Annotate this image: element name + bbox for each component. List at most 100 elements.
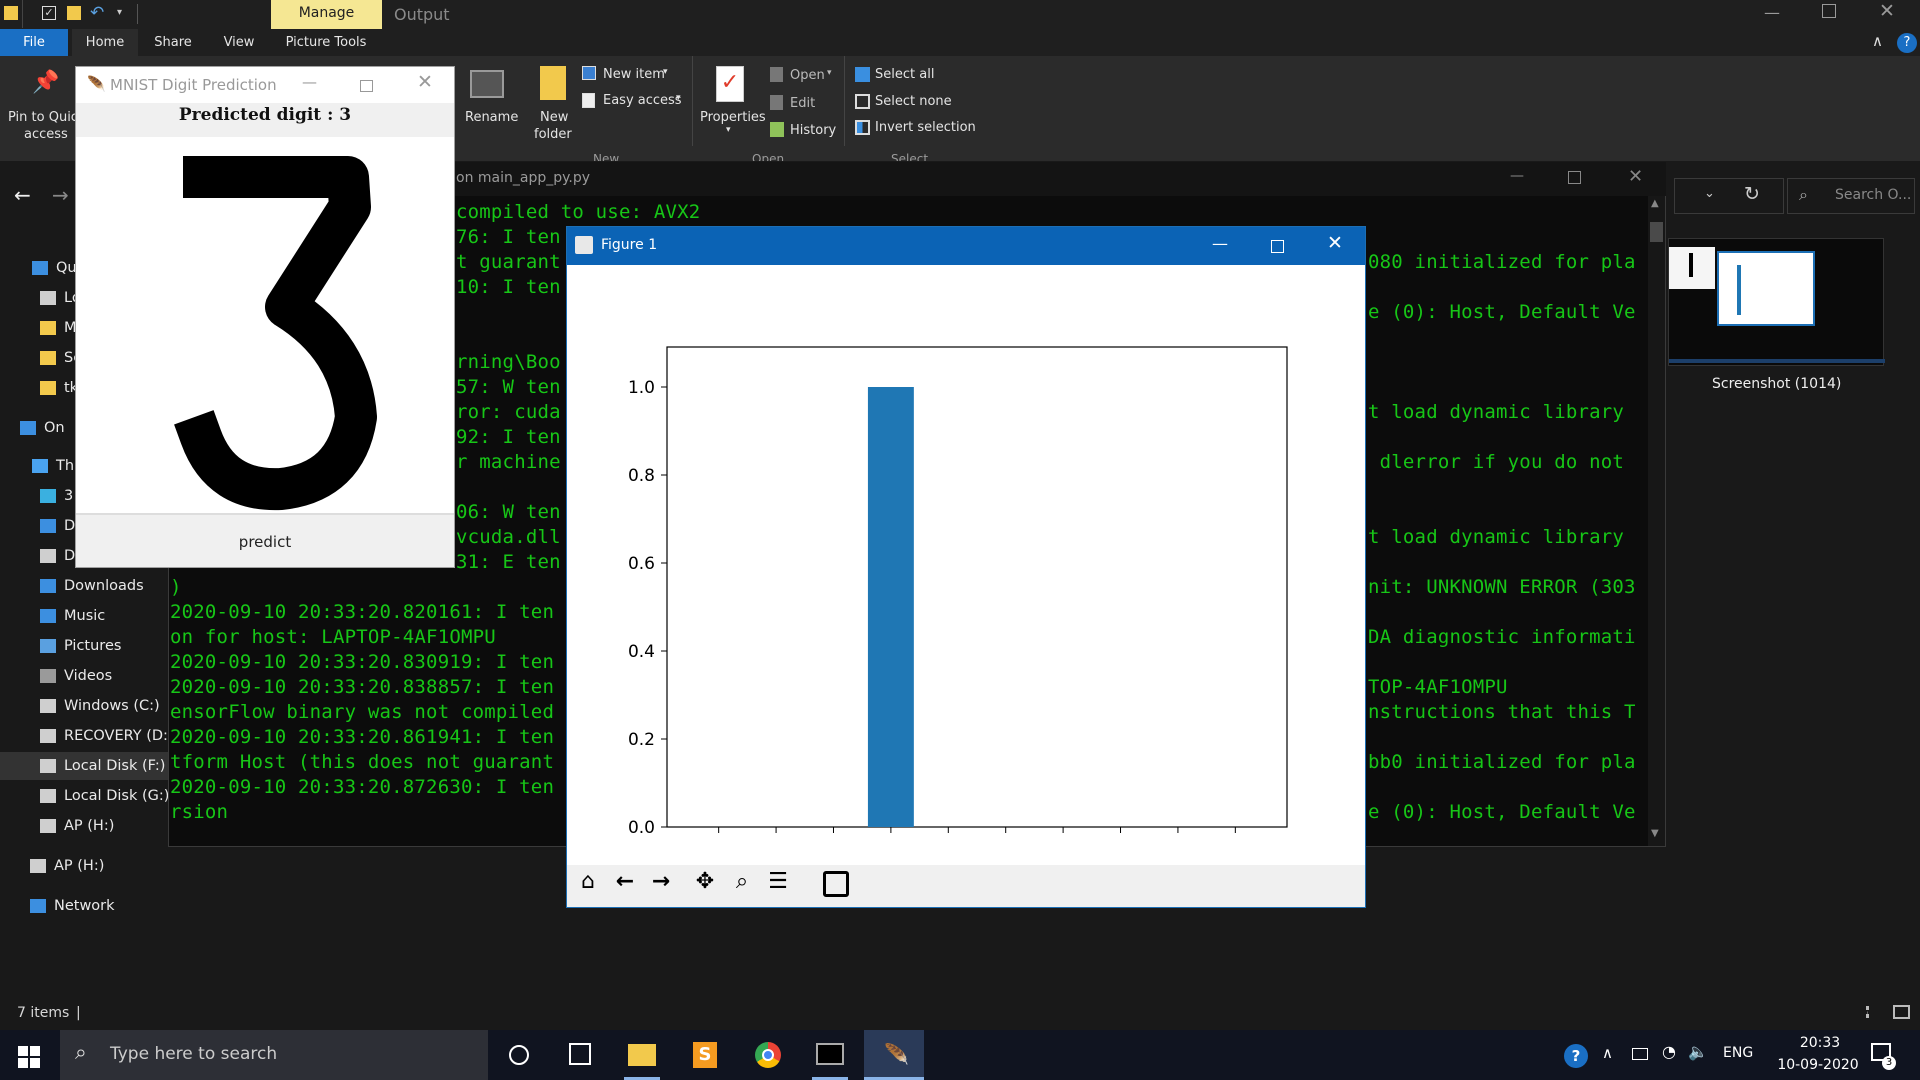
sidebar-item-20[interactable]: Network [0, 892, 252, 920]
tab-view[interactable]: View [206, 29, 272, 56]
invert-selection-button[interactable]: Invert selection [875, 120, 976, 135]
y-tick-label: 0.6 [628, 554, 655, 574]
mnist-window[interactable]: 🪶 MNIST Digit Prediction — ✕ Predicted d… [75, 66, 455, 568]
qat-dropdown-icon[interactable]: ▾ [117, 7, 122, 18]
console-maximize-icon[interactable] [1568, 171, 1581, 184]
figure-close-icon[interactable]: ✕ [1327, 232, 1343, 254]
language-indicator[interactable]: ENG [1723, 1045, 1753, 1061]
zoom-icon[interactable]: ⌕ [727, 869, 757, 901]
sidebar-item-19[interactable]: AP (H:) [0, 852, 252, 880]
properties-large-icon[interactable]: ✓ [716, 66, 744, 102]
rename-icon[interactable] [470, 70, 504, 98]
console-minimize-icon[interactable]: — [1510, 168, 1524, 184]
manage-tab[interactable]: Manage [271, 0, 382, 29]
new-folder-icon[interactable] [67, 6, 81, 20]
sublime-text-icon[interactable]: S [693, 1042, 717, 1068]
pan-icon[interactable]: ✥ [690, 869, 720, 901]
new-item-button[interactable]: New item [603, 67, 665, 82]
forward-icon[interactable]: → [52, 183, 69, 207]
rename-button[interactable]: Rename [465, 110, 518, 125]
home-icon[interactable]: ⌂ [573, 869, 603, 901]
help-tray-icon[interactable]: ? [1564, 1044, 1588, 1068]
mnist-close-icon[interactable]: ✕ [417, 71, 433, 93]
easy-access-dropdown-icon[interactable]: ▾ [676, 93, 681, 103]
forward-icon[interactable]: → [646, 869, 676, 901]
console-close-icon[interactable]: ✕ [1628, 166, 1643, 187]
sidebar-item-label: Pictures [64, 638, 122, 654]
select-all-button[interactable]: Select all [875, 67, 934, 82]
tab-file[interactable]: File [0, 29, 68, 56]
details-view-icon[interactable] [1866, 1006, 1882, 1018]
taskbar-search-box[interactable]: ⌕ Type here to search [60, 1030, 488, 1080]
predict-button[interactable]: predict [76, 517, 454, 567]
address-box[interactable] [1674, 178, 1784, 214]
history-button[interactable]: History [790, 123, 836, 138]
clock-date[interactable]: 10-09-2020 [1776, 1057, 1860, 1073]
battery-icon[interactable] [1632, 1048, 1648, 1060]
wifi-icon[interactable]: ◔ [1662, 1042, 1676, 1061]
sidebar-item-label: Network [54, 898, 115, 914]
cortana-icon[interactable] [509, 1045, 529, 1065]
tab-home[interactable]: Home [72, 29, 138, 56]
large-icons-view-icon[interactable] [1893, 1005, 1910, 1019]
taskbar-search-input[interactable]: Type here to search [110, 1044, 277, 1064]
console-scrollbar[interactable]: ▲ ▼ [1648, 196, 1665, 846]
screenshot-thumbnail[interactable] [1668, 238, 1885, 366]
chrome-icon[interactable] [755, 1042, 781, 1068]
bar-chart[interactable]: 01234567890.00.20.40.60.81.0 [567, 265, 1365, 837]
search-input[interactable]: Search O... [1835, 187, 1911, 203]
tab-picture-tools[interactable]: Picture Tools [275, 29, 377, 56]
new-folder-label-2[interactable]: folder [534, 127, 572, 142]
save-icon[interactable] [823, 871, 849, 897]
refresh-icon[interactable]: ↻ [1744, 183, 1760, 205]
undo-icon[interactable]: ↶ [90, 3, 104, 23]
python-tk-task[interactable]: 🪶 [864, 1030, 924, 1080]
new-item-dropdown-icon[interactable]: ▾ [663, 67, 668, 77]
windows-start-icon[interactable] [18, 1046, 40, 1068]
mnist-minimize-icon[interactable]: — [302, 73, 317, 91]
figure-window[interactable]: Figure 1 — ✕ 01234567890.00.20.40.60.81.… [566, 226, 1366, 908]
drawing-canvas[interactable] [76, 137, 454, 513]
command-prompt-icon[interactable] [816, 1043, 844, 1065]
figure-maximize-icon[interactable] [1271, 240, 1284, 253]
console-scroll-thumb[interactable] [1650, 222, 1663, 242]
pin-icon[interactable]: 📌 [32, 70, 59, 95]
console-line: 080 initialized for pla [1368, 251, 1636, 273]
pin-quick-access-label-2[interactable]: access [24, 127, 68, 142]
console-line: t guarant [456, 251, 561, 273]
properties-icon[interactable]: ✓ [42, 6, 56, 20]
volume-icon[interactable]: 🔈 [1688, 1042, 1708, 1061]
mnist-maximize-icon[interactable] [360, 80, 373, 92]
show-hidden-icons-icon[interactable]: ∧ [1602, 1044, 1613, 1062]
minimize-icon[interactable]: — [1764, 3, 1780, 22]
pin-quick-access-label[interactable]: Pin to Quick [8, 110, 85, 125]
new-folder-label[interactable]: New [540, 110, 568, 125]
properties-dropdown-icon[interactable]: ▾ [726, 125, 731, 135]
edit-button[interactable]: Edit [790, 96, 815, 111]
task-view-icon[interactable] [569, 1043, 591, 1065]
help-icon[interactable]: ? [1897, 33, 1917, 53]
file-explorer-icon[interactable] [628, 1044, 656, 1066]
scroll-down-icon[interactable]: ▼ [1651, 828, 1659, 839]
configure-icon[interactable]: ☰ [763, 869, 793, 901]
tab-share[interactable]: Share [140, 29, 206, 56]
clock-time[interactable]: 20:33 [1790, 1035, 1850, 1051]
figure-minimize-icon[interactable]: — [1212, 234, 1228, 253]
properties-button[interactable]: Properties [700, 110, 766, 125]
sidebar-item-label: Music [64, 608, 106, 624]
select-none-button[interactable]: Select none [875, 94, 952, 109]
open-button[interactable]: Open [790, 68, 825, 83]
back-icon[interactable]: ← [610, 869, 640, 901]
figure-toolbar: ⌂ ← → ✥ ⌕ ☰ [567, 865, 1365, 907]
open-dropdown-icon[interactable]: ▾ [827, 68, 832, 78]
address-dropdown-icon[interactable]: ⌄ [1704, 186, 1715, 201]
easy-access-button[interactable]: Easy access [603, 93, 682, 108]
thumbnail-label[interactable]: Screenshot (1014) [1712, 376, 1841, 392]
new-folder-large-icon[interactable] [540, 66, 566, 100]
back-icon[interactable]: ← [14, 183, 31, 207]
restore-icon[interactable] [1822, 4, 1836, 18]
scroll-up-icon[interactable]: ▲ [1651, 198, 1659, 209]
close-icon[interactable]: ✕ [1879, 0, 1895, 22]
cube-icon [40, 489, 56, 503]
collapse-ribbon-icon[interactable]: ∧ [1872, 32, 1883, 50]
